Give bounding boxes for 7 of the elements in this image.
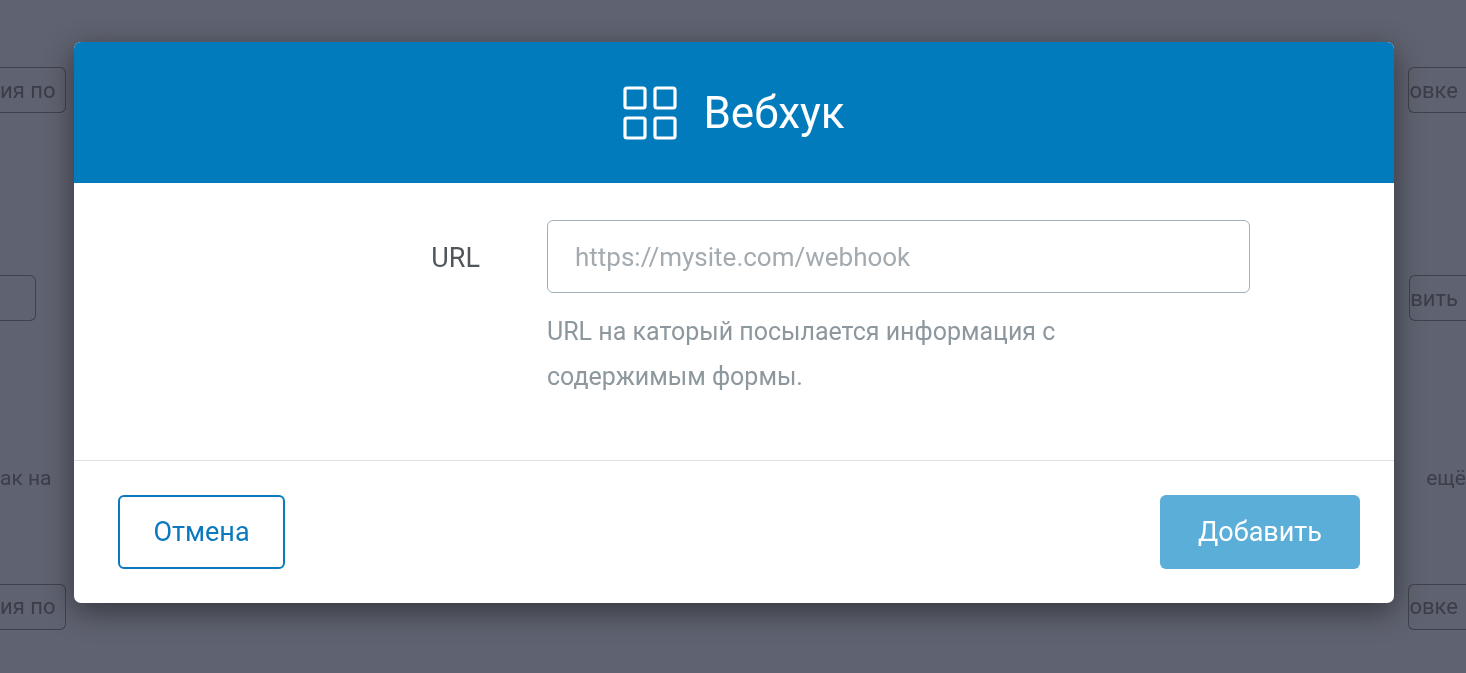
cancel-button[interactable]: Отмена <box>118 495 285 569</box>
field-label: URL <box>431 242 480 274</box>
grid-icon <box>623 85 678 140</box>
url-field[interactable]: https://mysite.com/webhook <box>547 220 1250 293</box>
dialog-title: Вебхук <box>703 86 845 139</box>
add-button[interactable]: Добавить <box>1160 495 1360 569</box>
field-hint: URL на каторый посылается информация с содержимым формы. <box>547 316 1057 393</box>
